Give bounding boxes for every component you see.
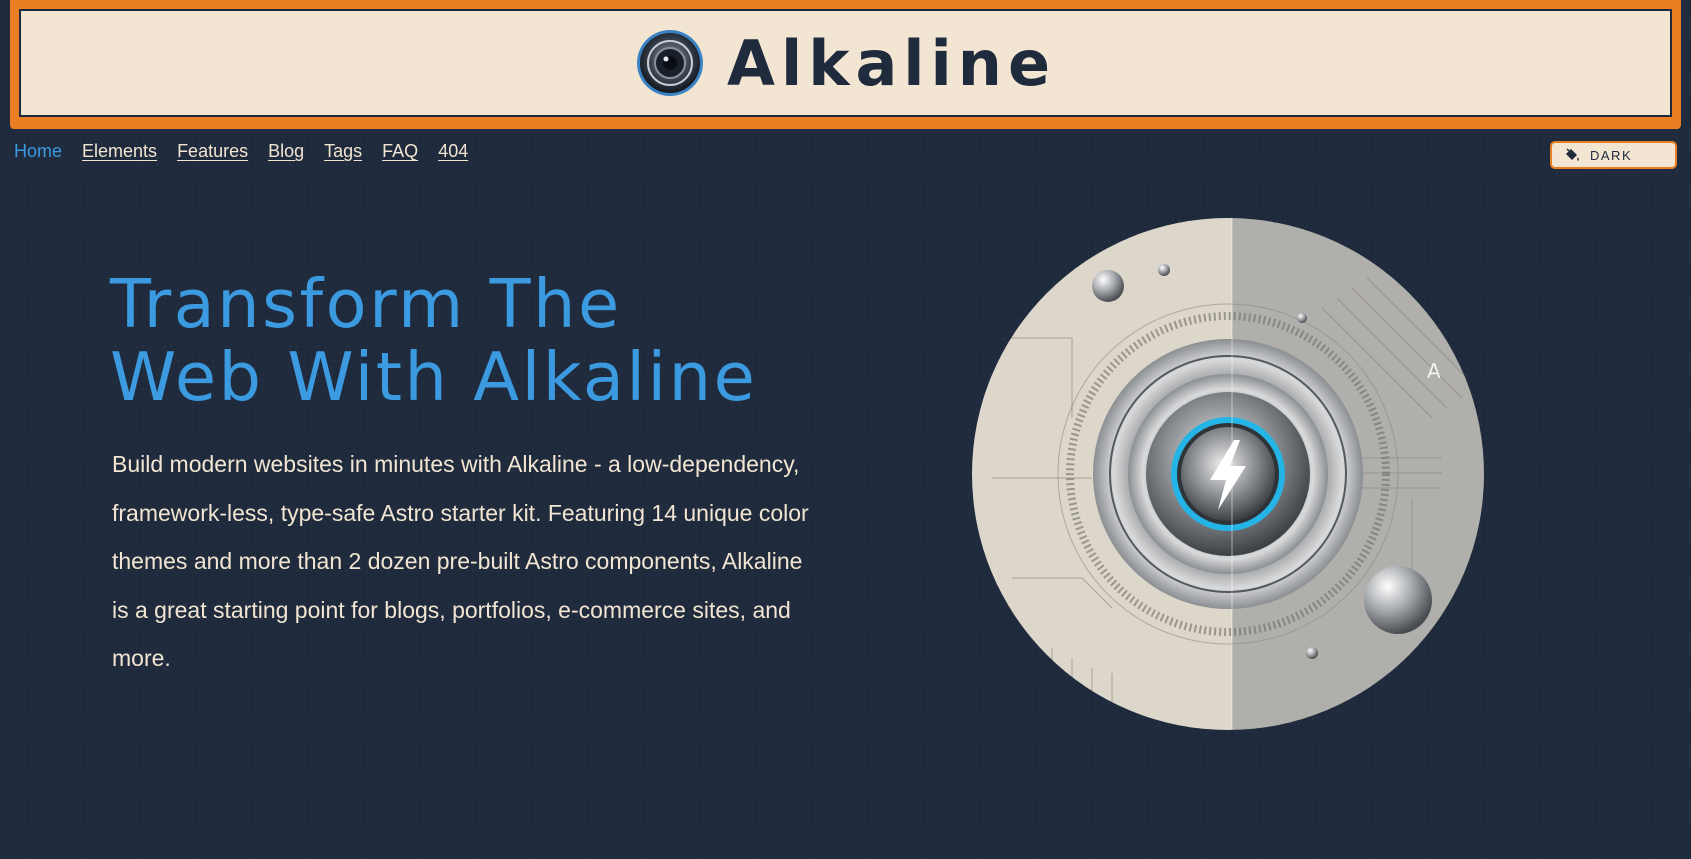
site-header: Alkaline <box>10 0 1681 129</box>
hero-description: Build modern websites in minutes with Al… <box>112 451 809 671</box>
hero-image-label: A <box>1427 359 1441 383</box>
nav-link-features[interactable]: Features <box>177 141 248 162</box>
theme-toggle-label: DARK <box>1590 147 1633 163</box>
theme-toggle-button[interactable]: DARK <box>1550 141 1677 169</box>
nav-link-home[interactable]: Home <box>14 141 62 162</box>
hero-image: A <box>972 218 1484 730</box>
header-banner: Alkaline <box>19 9 1672 117</box>
nav-link-elements[interactable]: Elements <box>82 141 157 162</box>
hero-title-line-2: Web With Alkaline <box>110 338 758 416</box>
main-nav: Home Elements Features Blog Tags FAQ 404 <box>14 141 468 162</box>
site-title[interactable]: Alkaline <box>727 33 1056 95</box>
paint-bucket-icon <box>1566 148 1579 161</box>
nav-link-tags[interactable]: Tags <box>324 141 362 162</box>
nav-link-blog[interactable]: Blog <box>268 141 304 162</box>
camera-lens-icon[interactable] <box>635 28 705 98</box>
hero-title: Transform The Web With Alkaline <box>110 268 870 414</box>
hero-title-line-1: Transform The <box>110 265 622 343</box>
nav-link-faq[interactable]: FAQ <box>382 141 418 162</box>
nav-link-404[interactable]: 404 <box>438 141 468 162</box>
